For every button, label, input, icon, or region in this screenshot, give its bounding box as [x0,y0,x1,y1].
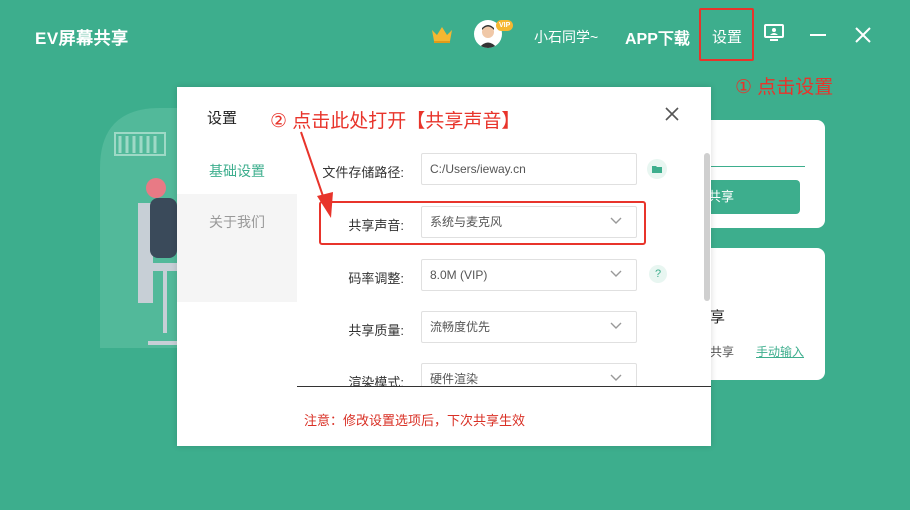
scrollbar[interactable] [704,153,710,301]
close-window-icon[interactable] [855,27,871,43]
notice-text: 注意：修改设置选项后，下次共享生效 [304,413,526,428]
bitrate-label: 码率调整: [348,271,404,286]
chevron-down-icon [610,322,622,329]
bitrate-select-value: 8.0M (VIP) [430,268,488,282]
sidebar-item-about[interactable]: 关于我们 [209,212,265,232]
quality-select-value: 流畅度优先 [430,320,491,334]
settings-sidebar: 基础设置 关于我们 [177,142,297,446]
annotation-step1: ① 点击设置 [735,77,834,98]
join-card-text: 共享 [710,345,735,359]
chevron-down-icon [610,270,622,277]
settings-dialog: 设置 基础设置 关于我们 文件存储路径: C:/Users/ieway.cn 共… [177,87,711,446]
annotation-step2: ② 点击此处打开【共享声音】 [270,111,521,132]
render-label: 渲染模式: [348,375,404,386]
share-button[interactable]: 共享 [700,180,800,214]
join-card-title: 享 [710,309,726,326]
render-select[interactable]: 硬件渲染 [421,363,637,386]
sidebar-bottom [177,302,297,446]
footer-divider [297,386,711,387]
app-download-link[interactable]: APP下载 [625,25,690,49]
render-row-clip: 渲染模式: 硬件渲染 [297,357,703,386]
sound-highlight-box [319,201,646,245]
vip-badge: VIP [496,20,514,31]
manual-input-link[interactable]: 手动输入 [756,343,804,360]
quality-select[interactable]: 流畅度优先 [421,311,637,343]
close-icon[interactable] [665,107,679,121]
app-title: EV屏幕共享 [35,29,129,48]
join-card: 享 共享 手动输入 [700,248,825,380]
username[interactable]: 小石同学~ [534,27,598,47]
path-field[interactable]: C:/Users/ieway.cn [421,153,637,185]
minimize-icon[interactable] [810,34,826,36]
render-select-value: 硬件渲染 [430,372,479,386]
sidebar-item-basic[interactable]: 基础设置 [209,161,265,181]
chevron-down-icon [610,374,622,381]
share-card: 共享 [700,120,825,228]
arrow-annotation [300,131,333,218]
folder-button[interactable] [647,159,667,179]
crown-icon[interactable] [430,24,454,44]
bitrate-select[interactable]: 8.0M (VIP) [421,259,637,291]
folder-icon [652,166,662,173]
help-icon[interactable]: ? [649,265,667,283]
code-input-line [710,166,805,167]
monitor-icon[interactable] [764,24,784,42]
dialog-title: 设置 [207,110,238,127]
quality-label: 共享质量: [348,323,404,338]
settings-highlight-box [699,8,754,61]
